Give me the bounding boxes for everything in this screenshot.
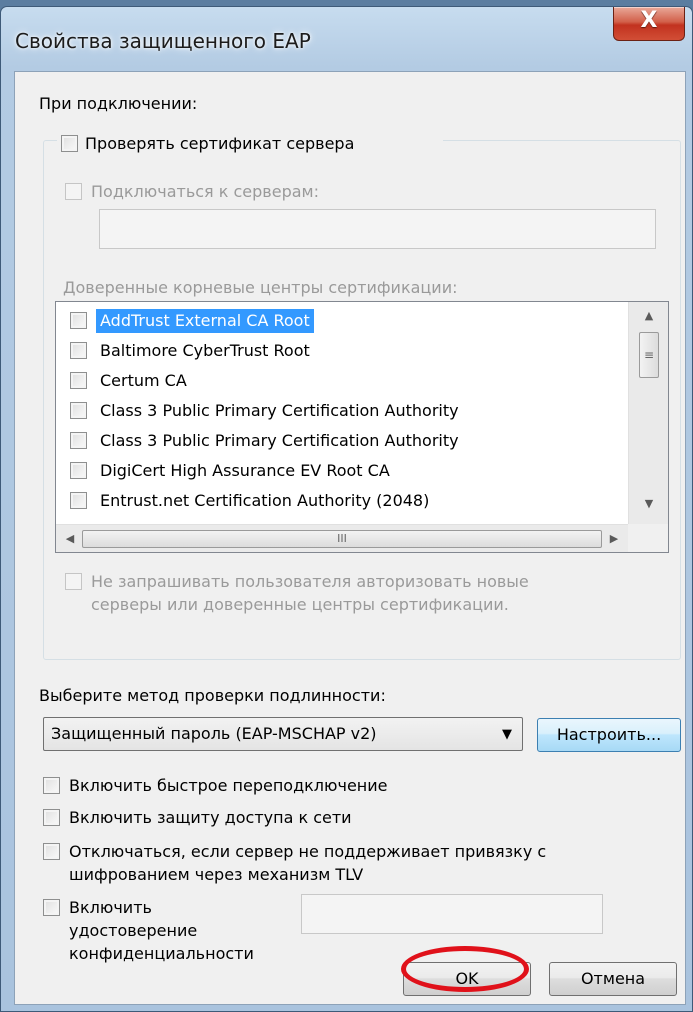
- identity-privacy-label-line1[interactable]: Включить: [69, 898, 152, 918]
- cancel-button[interactable]: Отмена: [549, 962, 677, 996]
- list-item-label[interactable]: AddTrust External CA Root: [96, 309, 314, 333]
- list-item[interactable]: Class 3 Public Primary Certification Aut…: [56, 396, 626, 426]
- fast-reconnect-checkbox[interactable]: [43, 777, 60, 794]
- list-item[interactable]: AddTrust External CA Root: [56, 306, 626, 336]
- auth-method-label: Выберите метод проверки подлинности:: [39, 686, 386, 705]
- list-item-checkbox[interactable]: [70, 312, 87, 329]
- on-connect-label: При подключении:: [39, 94, 198, 113]
- identity-privacy-label-line2[interactable]: удостоверение: [69, 921, 197, 941]
- configure-button[interactable]: Настроить...: [537, 718, 681, 752]
- list-item-label[interactable]: Baltimore CyberTrust Root: [96, 339, 314, 363]
- scroll-corner: [628, 524, 668, 552]
- list-item-checkbox[interactable]: [70, 342, 87, 359]
- list-item-checkbox[interactable]: [70, 402, 87, 419]
- list-item-checkbox[interactable]: [70, 492, 87, 509]
- grip-icon: ≡: [643, 348, 655, 362]
- dont-prompt-label-line2: серверы или доверенные центры сертификац…: [91, 595, 509, 614]
- list-item[interactable]: Class 3 Public Primary Certification Aut…: [56, 426, 626, 456]
- scroll-right-icon[interactable]: ▶: [604, 533, 624, 545]
- list-item[interactable]: Entrust.net Certification Authority (204…: [56, 486, 626, 516]
- tlv-checkbox[interactable]: [43, 843, 60, 860]
- dont-prompt-label-line1: Не запрашивать пользователя авторизовать…: [91, 572, 529, 591]
- scroll-up-icon[interactable]: ▲: [639, 310, 659, 322]
- list-item-label[interactable]: Class 3 Public Primary Certification Aut…: [96, 429, 463, 453]
- list-item-label[interactable]: DigiCert High Assurance EV Root CA: [96, 459, 394, 483]
- annotation-circle: [401, 946, 529, 992]
- vertical-scroll-thumb[interactable]: ≡: [639, 332, 659, 378]
- nap-label[interactable]: Включить защиту доступа к сети: [69, 808, 352, 828]
- list-item-label[interactable]: Certum CA: [96, 369, 191, 393]
- scroll-down-icon[interactable]: ▼: [639, 498, 659, 510]
- nap-checkbox[interactable]: [43, 809, 60, 826]
- dont-prompt-checkbox: [65, 573, 82, 590]
- list-item-checkbox[interactable]: [70, 462, 87, 479]
- list-item-label[interactable]: Entrust.net Certification Authority (204…: [96, 489, 433, 513]
- window-title: Свойства защищенного EAP: [15, 29, 311, 53]
- groupbox-header: Проверять сертификат сервера: [57, 132, 443, 156]
- trusted-roots-label: Доверенные корневые центры сертификации:: [63, 278, 458, 297]
- list-item[interactable]: Certum CA: [56, 366, 626, 396]
- grip-icon: III: [337, 532, 347, 545]
- fast-reconnect-label[interactable]: Включить быстрое переподключение: [69, 776, 388, 796]
- list-item[interactable]: Baltimore CyberTrust Root: [56, 336, 626, 366]
- list-item-checkbox[interactable]: [70, 432, 87, 449]
- dialog-window: Свойства защищенного EAP X При подключен…: [0, 6, 693, 1012]
- identity-input: [301, 894, 603, 934]
- chevron-down-icon: ▼: [502, 727, 512, 742]
- list-item-label[interactable]: Class 3 Public Primary Certification Aut…: [96, 399, 463, 423]
- scroll-left-icon[interactable]: ◀: [60, 533, 80, 545]
- connect-to-servers-label: Подключаться к серверам:: [91, 182, 319, 201]
- horizontal-scrollbar[interactable]: ◀ III ▶: [56, 524, 628, 552]
- servers-input: [99, 209, 656, 249]
- vertical-scrollbar[interactable]: ▲ ≡ ▼: [628, 302, 668, 524]
- dialog-client-area: При подключении: Проверять сертификат се…: [14, 71, 686, 1005]
- list-item[interactable]: DigiCert High Assurance EV Root CA: [56, 456, 626, 486]
- trusted-roots-list[interactable]: AddTrust External CA Root Baltimore Cyber…: [55, 301, 669, 553]
- verify-cert-checkbox[interactable]: [61, 135, 78, 152]
- auth-method-dropdown[interactable]: Защищенный пароль (EAP-MSCHAP v2) ▼: [43, 717, 523, 751]
- tlv-label-line1[interactable]: Отключаться, если сервер не поддерживает…: [69, 842, 546, 862]
- tlv-label-line2[interactable]: шифрованием через механизм TLV: [69, 865, 363, 885]
- horizontal-scroll-thumb[interactable]: III: [82, 530, 602, 548]
- list-item-checkbox[interactable]: [70, 372, 87, 389]
- close-icon: X: [640, 8, 658, 33]
- connect-to-servers-checkbox: [65, 183, 82, 200]
- verify-cert-label[interactable]: Проверять сертификат сервера: [85, 134, 354, 154]
- title-bar[interactable]: Свойства защищенного EAP X: [1, 7, 692, 73]
- identity-privacy-checkbox[interactable]: [43, 899, 60, 916]
- close-button[interactable]: X: [613, 7, 685, 41]
- identity-privacy-label-line3[interactable]: конфиденциальности: [69, 944, 254, 964]
- auth-method-value: Защищенный пароль (EAP-MSCHAP v2): [51, 724, 377, 743]
